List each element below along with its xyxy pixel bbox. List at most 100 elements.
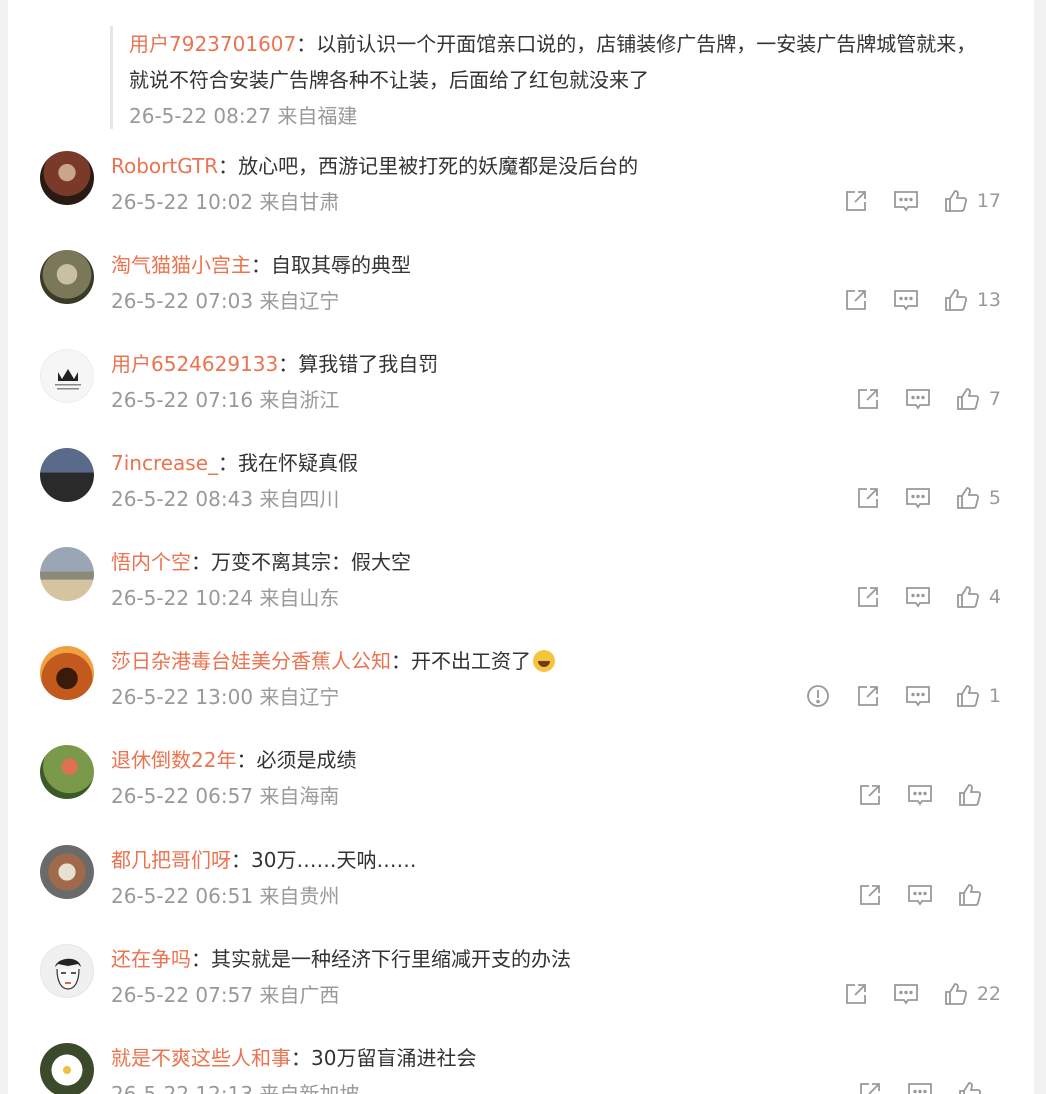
share-button[interactable] bbox=[855, 683, 881, 709]
comment-button[interactable] bbox=[907, 1080, 933, 1094]
reply-text-line1: 用户7923701607：以前认识一个开面馆亲口说的，店铺装修广告牌，一安装广告… bbox=[129, 32, 977, 56]
comment-button[interactable] bbox=[905, 683, 931, 709]
comment-meta: 26-5-22 06:51 来自贵州 bbox=[111, 884, 340, 908]
comment-meta: 26-5-22 13:00 来自辽宁 bbox=[111, 685, 340, 709]
report-icon bbox=[807, 685, 829, 707]
comment-button[interactable] bbox=[893, 188, 919, 214]
comment-icon bbox=[908, 785, 932, 806]
avatar[interactable] bbox=[40, 448, 94, 502]
comment-icon bbox=[906, 587, 930, 608]
comment-item: 悟内个空：万变不离其宗：假大空 26-5-22 10:24 来自山东 4 bbox=[8, 547, 1034, 646]
comment-icon bbox=[908, 1083, 932, 1094]
comment-button[interactable] bbox=[907, 882, 933, 908]
comment-username[interactable]: 7increase_ bbox=[111, 451, 218, 475]
report-button[interactable] bbox=[805, 683, 831, 709]
share-button[interactable] bbox=[843, 287, 869, 313]
share-button[interactable] bbox=[855, 584, 881, 610]
avatar[interactable] bbox=[40, 349, 94, 403]
like-button[interactable]: 5 bbox=[955, 485, 1001, 511]
avatar[interactable] bbox=[40, 250, 94, 304]
comment-username[interactable]: 淘气猫猫小宫主 bbox=[111, 253, 251, 277]
comment-username[interactable]: 莎日杂港毒台娃美分香蕉人公知 bbox=[111, 649, 391, 673]
comment-item: RobortGTR：放心吧，西游记里被打死的妖魔都是没后台的 26-5-22 1… bbox=[8, 151, 1034, 250]
avatar[interactable] bbox=[40, 944, 94, 998]
share-icon bbox=[858, 686, 878, 706]
share-icon bbox=[860, 1083, 880, 1094]
comment-actions bbox=[833, 1078, 1001, 1094]
share-button[interactable] bbox=[857, 1080, 883, 1094]
comment-button[interactable] bbox=[907, 782, 933, 808]
comment-username[interactable]: 都几把哥们呀 bbox=[111, 848, 231, 872]
comment-username[interactable]: 悟内个空 bbox=[111, 550, 191, 574]
thumbs-up-icon bbox=[944, 190, 967, 212]
avatar[interactable] bbox=[40, 646, 94, 700]
comment-meta: 26-5-22 08:43 来自四川 bbox=[111, 487, 340, 511]
comment-icon bbox=[906, 686, 930, 707]
like-button[interactable]: 17 bbox=[943, 188, 1001, 214]
comment-item: 还在争吗：其实就是一种经济下行里缩减开支的办法 26-5-22 07:57 来自… bbox=[8, 944, 1034, 1043]
comment-item: 淘气猫猫小宫主：自取其辱的典型 26-5-22 07:03 来自辽宁 13 bbox=[8, 250, 1034, 349]
comment-button[interactable] bbox=[893, 981, 919, 1007]
like-button[interactable] bbox=[957, 782, 1001, 808]
like-count: 7 bbox=[988, 388, 1001, 410]
comment-button[interactable] bbox=[905, 386, 931, 412]
reply-block: 用户7923701607：以前认识一个开面馆亲口说的，店铺装修广告牌，一安装广告… bbox=[110, 26, 1029, 129]
comment-username[interactable]: 用户6524629133 bbox=[111, 352, 278, 376]
thumbs-up-icon bbox=[957, 586, 979, 608]
avatar[interactable] bbox=[40, 1043, 94, 1094]
share-button[interactable] bbox=[857, 782, 883, 808]
like-count: 1 bbox=[988, 685, 1001, 707]
reply-username[interactable]: 用户7923701607 bbox=[129, 32, 296, 56]
comment-icon bbox=[906, 488, 930, 509]
share-button[interactable] bbox=[857, 882, 883, 908]
comment-text: 莎日杂港毒台娃美分香蕉人公知：开不出工资了 bbox=[111, 646, 555, 676]
like-button[interactable]: 4 bbox=[955, 584, 1001, 610]
share-icon bbox=[845, 984, 866, 1004]
comment-meta: 26-5-22 07:57 来自广西 bbox=[111, 983, 340, 1007]
like-button[interactable]: 22 bbox=[943, 981, 1001, 1007]
avatar[interactable] bbox=[40, 547, 94, 601]
like-count: 17 bbox=[976, 190, 1001, 212]
comment-meta: 26-5-22 07:03 来自辽宁 bbox=[111, 289, 340, 313]
comment-actions: 13 bbox=[819, 285, 1001, 315]
like-button[interactable]: 1 bbox=[955, 683, 1001, 709]
comment-username[interactable]: 退休倒数22年 bbox=[111, 748, 236, 772]
comment-item: 退休倒数22年：必须是成绩 26-5-22 06:57 来自海南 bbox=[8, 745, 1034, 844]
comment-text: 7increase_：我在怀疑真假 bbox=[111, 451, 359, 475]
comment-meta: 26-5-22 12:13 来自新加坡 bbox=[111, 1082, 360, 1094]
like-button[interactable] bbox=[957, 882, 1001, 908]
reply-meta: 26-5-22 08:27 来自福建 bbox=[129, 104, 358, 128]
share-button[interactable] bbox=[843, 981, 869, 1007]
comment-button[interactable] bbox=[905, 584, 931, 610]
like-button[interactable] bbox=[957, 1080, 1001, 1094]
comment-item: 用户6524629133：算我错了我自罚 26-5-22 07:16 来自浙江 … bbox=[8, 349, 1034, 448]
like-count: 22 bbox=[976, 983, 1001, 1005]
avatar[interactable] bbox=[40, 845, 94, 899]
share-button[interactable] bbox=[855, 485, 881, 511]
avatar[interactable] bbox=[40, 745, 94, 799]
comment-meta: 26-5-22 10:24 来自山东 bbox=[111, 586, 340, 610]
share-button[interactable] bbox=[855, 386, 881, 412]
share-button[interactable] bbox=[843, 188, 869, 214]
like-button[interactable]: 7 bbox=[955, 386, 1001, 412]
comment-icon bbox=[893, 290, 918, 311]
comment-button[interactable] bbox=[893, 287, 919, 313]
comment-actions: 4 bbox=[831, 582, 1001, 612]
comment-text: 还在争吗：其实就是一种经济下行里缩减开支的办法 bbox=[111, 947, 571, 971]
thumbs-up-icon bbox=[944, 289, 967, 311]
comment-item: 莎日杂港毒台娃美分香蕉人公知：开不出工资了 26-5-22 13:00 来自辽宁… bbox=[8, 646, 1034, 745]
avatar[interactable] bbox=[40, 151, 94, 205]
comment-username[interactable]: RobortGTR bbox=[111, 154, 218, 178]
like-button[interactable]: 13 bbox=[943, 287, 1001, 313]
comment-button[interactable] bbox=[905, 485, 931, 511]
share-icon bbox=[858, 488, 878, 508]
like-count: 4 bbox=[988, 586, 1001, 608]
reply-text-line2: 就说不符合安装广告牌各种不让装，后面给了红包就没来了 bbox=[129, 68, 649, 92]
comment-username[interactable]: 还在争吗 bbox=[111, 947, 191, 971]
comment-text: 就是不爽这些人和事：30万留盲涌进社会 bbox=[111, 1046, 477, 1070]
comment-text: 都几把哥们呀：30万……天呐…… bbox=[111, 848, 417, 872]
cartoon-face-icon bbox=[55, 958, 81, 990]
thumbs-up-icon bbox=[959, 1082, 982, 1094]
comment-username[interactable]: 就是不爽这些人和事 bbox=[111, 1046, 291, 1070]
comment-meta: 26-5-22 06:57 来自海南 bbox=[111, 784, 340, 808]
